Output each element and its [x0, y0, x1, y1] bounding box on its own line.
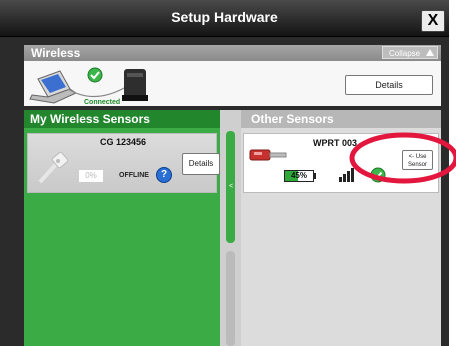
battery-percent: 45%	[290, 171, 307, 180]
dialog-title: Setup Hardware	[171, 9, 278, 25]
scroll-track[interactable]	[226, 251, 235, 346]
other-sensors-label: Other Sensors	[251, 112, 334, 126]
wireless-details-button[interactable]: Details	[345, 75, 433, 95]
my-wireless-sensors-panel: My Wireless Sensors CG 123456 0% OFFLINE…	[24, 110, 220, 346]
battery-tip	[314, 173, 316, 179]
close-button[interactable]: X	[421, 10, 445, 32]
scroll-left-arrow-icon[interactable]: <	[229, 183, 233, 190]
wireless-section-header: Wireless Collapse	[24, 45, 441, 61]
wireless-label: Wireless	[31, 46, 81, 60]
collapse-button[interactable]: Collapse	[382, 46, 438, 59]
laptop-icon	[29, 70, 78, 104]
help-icon[interactable]: ?	[156, 167, 172, 183]
thermometer-sensor-icon	[249, 149, 287, 161]
sensor-status: OFFLINE	[119, 172, 149, 179]
base-station-icon	[122, 69, 148, 101]
connection-status-text: Connected	[84, 99, 121, 106]
highlight-annotation-ring	[349, 132, 456, 184]
collapse-label: Collapse	[389, 49, 421, 58]
my-sensors-label: My Wireless Sensors	[30, 112, 150, 126]
connected-check-icon	[87, 67, 103, 83]
collapse-arrow-icon	[426, 49, 434, 56]
sensor-percent: 0%	[79, 170, 103, 182]
wireless-section-body: Connected Details	[24, 61, 441, 106]
sensor-card[interactable]: CG 123456 0% OFFLINE ? Details	[27, 133, 220, 193]
sensor-details-button[interactable]: Details	[182, 153, 220, 175]
sensor-name: CG 123456	[99, 137, 147, 147]
battery-indicator: 45%	[284, 170, 314, 182]
other-sensors-header: Other Sensors	[241, 110, 441, 128]
probe-sensor-icon	[38, 151, 69, 184]
my-sensors-header: My Wireless Sensors	[24, 110, 220, 128]
title-bar: Setup Hardware X	[0, 0, 449, 37]
